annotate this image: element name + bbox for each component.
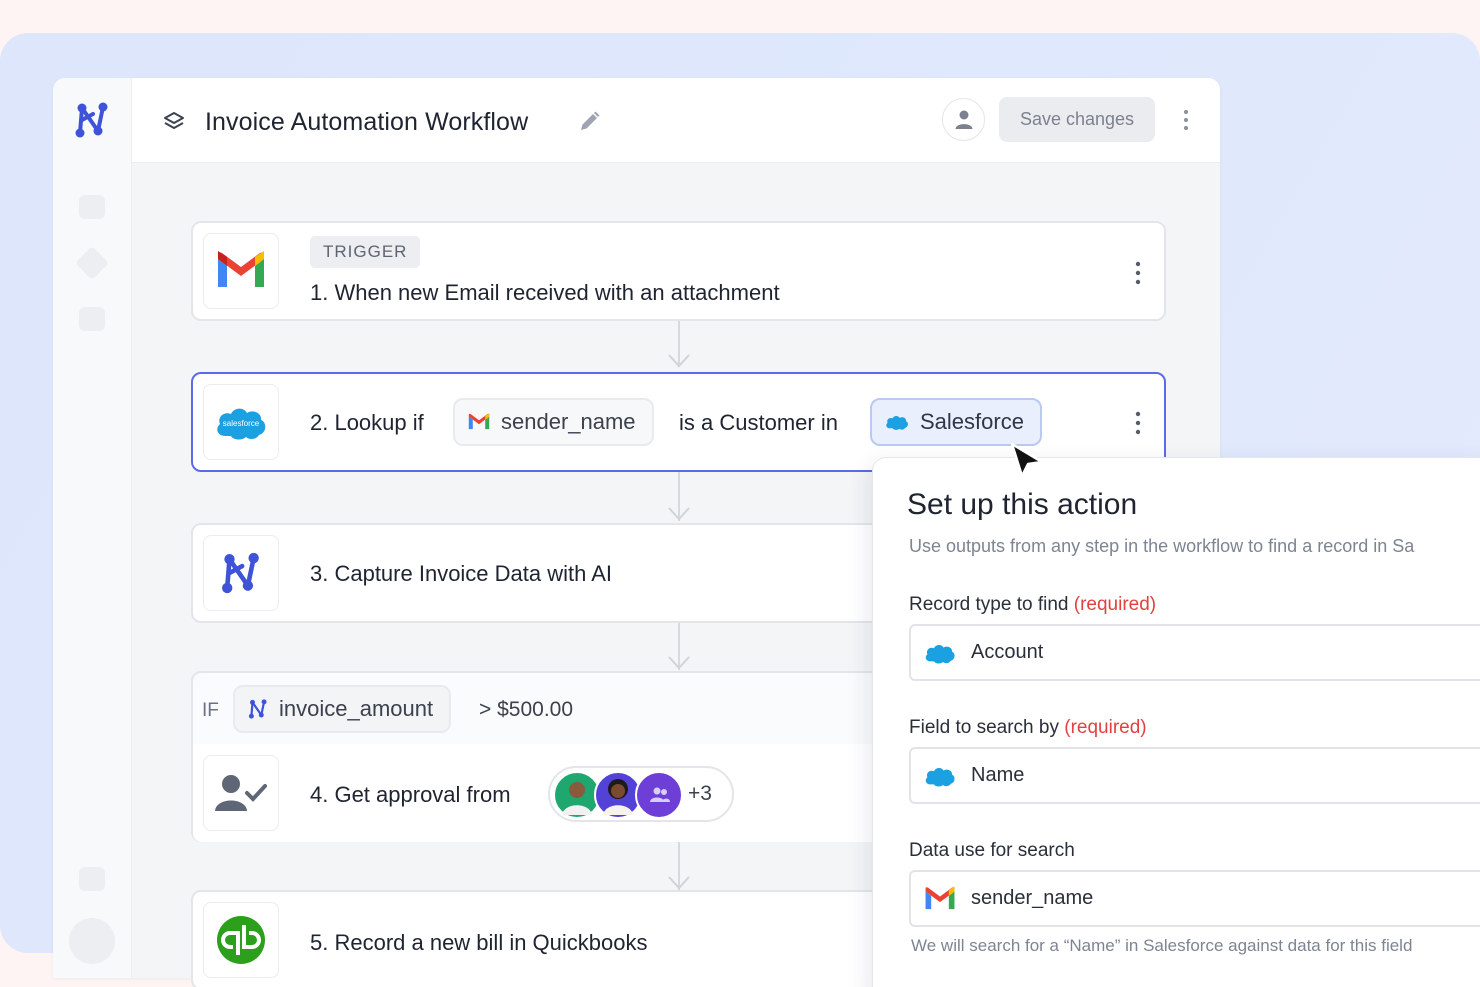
- user-icon: [955, 110, 973, 129]
- step-icon-tile: salesforce: [203, 384, 279, 460]
- left-sidebar: [53, 78, 132, 978]
- group-avatar: [635, 771, 683, 819]
- field-label-search-data: Data use for search: [909, 840, 1075, 861]
- panel-subtitle: Use outputs from any step in the workflo…: [909, 536, 1415, 556]
- condition-value: > $500.00: [479, 698, 574, 721]
- approvers-more-count: +3: [688, 782, 712, 805]
- step-icon-tile: [203, 233, 279, 309]
- salesforce-icon: [886, 415, 908, 430]
- step-3-text: 3. Capture Invoice Data with AI: [310, 561, 613, 586]
- step-icon-tile: [203, 902, 279, 978]
- approvers-group[interactable]: +3: [548, 766, 734, 822]
- more-options-icon[interactable]: [1179, 108, 1193, 132]
- gmail-icon: [925, 885, 955, 909]
- chip-label: Salesforce: [920, 409, 1024, 434]
- step-menu-icon[interactable]: [1133, 410, 1143, 436]
- step-1-text: 1. When new Email received with an attac…: [310, 280, 780, 305]
- layers-icon: [164, 112, 184, 129]
- step-4-text: 4. Get approval from: [310, 782, 511, 807]
- invoice-amount-chip[interactable]: invoice_amount: [233, 685, 452, 733]
- step-2-prefix: 2. Lookup if: [310, 410, 424, 435]
- label-text: Record type to find: [909, 594, 1069, 615]
- mouse-cursor-icon: [1010, 442, 1044, 478]
- step-2-middle: is a Customer in: [679, 410, 838, 435]
- field-label-search-field: Field to search by (required): [909, 717, 1147, 739]
- step-menu-icon[interactable]: [1133, 260, 1143, 286]
- profile-avatar[interactable]: [69, 918, 115, 964]
- user-check-icon: [215, 775, 267, 811]
- page-title: Invoice Automation Workflow: [205, 108, 529, 136]
- arrow-down-icon: [668, 656, 690, 670]
- nav-placeholder-1[interactable]: [79, 195, 105, 219]
- user-button[interactable]: [942, 98, 985, 141]
- step-icon-tile: [203, 755, 279, 831]
- search-field-select[interactable]: Name: [909, 747, 1480, 804]
- required-tag: (required): [1073, 594, 1157, 615]
- step-card-trigger[interactable]: TRIGGER 1. When new Email received with …: [191, 221, 1166, 321]
- ai-logo-icon: [248, 699, 267, 719]
- nav-placeholder-2[interactable]: [75, 246, 109, 280]
- label-text: Field to search by: [909, 717, 1059, 738]
- field-value: Account: [971, 641, 1044, 663]
- field-value: sender_name: [971, 887, 1094, 909]
- condition-label: IF: [202, 700, 219, 721]
- setup-action-panel: Set up this action Use outputs from any …: [872, 457, 1480, 987]
- step-5-text: 5. Record a new bill in Quickbooks: [310, 930, 648, 955]
- ai-logo-icon: [222, 552, 259, 594]
- chip-label: invoice_amount: [279, 696, 434, 721]
- quickbooks-icon: [217, 916, 265, 964]
- panel-title: Set up this action: [907, 488, 1138, 521]
- field-value: Name: [971, 764, 1025, 786]
- search-data-input[interactable]: sender_name: [909, 870, 1480, 927]
- users-icon: [650, 787, 670, 802]
- field-hint: We will search for a “Name” in Salesforc…: [911, 936, 1413, 955]
- gmail-icon: [468, 413, 490, 430]
- salesforce-icon: salesforce: [217, 408, 266, 440]
- chip-label: sender_name: [501, 409, 636, 434]
- salesforce-chip[interactable]: Salesforce: [870, 398, 1042, 446]
- app-logo-icon[interactable]: [73, 100, 111, 140]
- field-label-record-type: Record type to find (required): [909, 594, 1156, 616]
- nav-placeholder-3[interactable]: [79, 307, 105, 331]
- svg-text:salesforce: salesforce: [223, 419, 260, 428]
- salesforce-icon: [925, 644, 955, 664]
- step-icon-tile: [203, 535, 279, 611]
- gmail-icon: [218, 251, 264, 287]
- nav-placeholder-4[interactable]: [79, 867, 105, 891]
- arrow-down-icon: [668, 876, 690, 890]
- arrow-down-icon: [668, 354, 690, 368]
- save-changes-button[interactable]: Save changes: [999, 97, 1155, 142]
- trigger-badge: TRIGGER: [310, 236, 421, 268]
- record-type-select[interactable]: Account: [909, 624, 1480, 681]
- arrow-down-icon: [668, 507, 690, 521]
- salesforce-icon: [925, 767, 955, 787]
- top-bar: Invoice Automation Workflow Save changes: [132, 78, 1220, 163]
- required-tag: (required): [1064, 717, 1147, 738]
- sender-name-chip[interactable]: sender_name: [453, 398, 654, 446]
- edit-pencil-icon[interactable]: [576, 109, 602, 135]
